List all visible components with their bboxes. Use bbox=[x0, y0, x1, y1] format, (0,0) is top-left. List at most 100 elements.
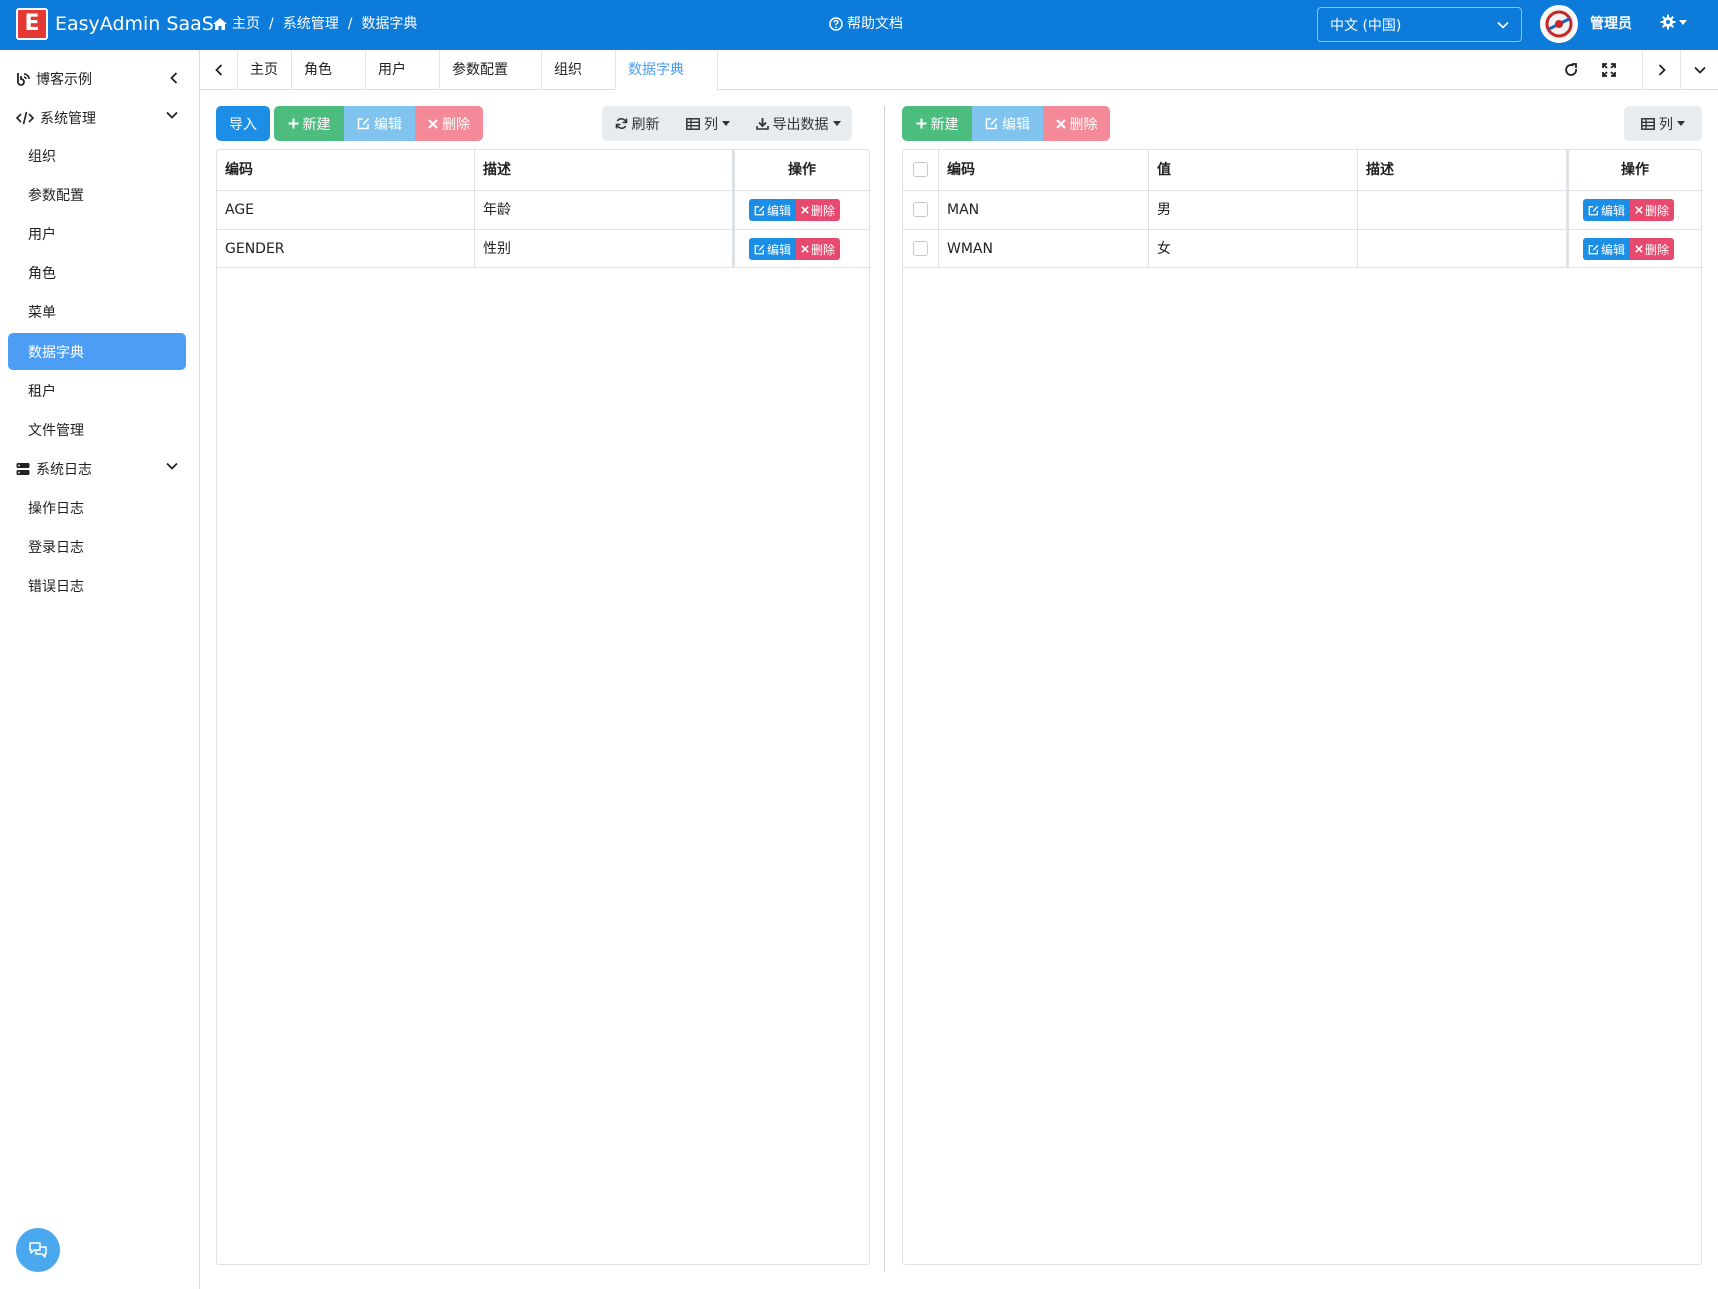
tab-settings[interactable]: 参数配置 bbox=[440, 50, 542, 90]
sidebar-item-settings[interactable]: 参数配置 bbox=[8, 176, 186, 213]
row-delete-label: 删除 bbox=[1645, 203, 1670, 218]
sidebar-item-users[interactable]: 用户 bbox=[8, 215, 186, 252]
sidebar-item-org[interactable]: 组织 bbox=[8, 137, 186, 174]
tabs-scroll-left-button[interactable] bbox=[200, 50, 238, 90]
breadcrumb-system[interactable]: 系统管理 bbox=[283, 15, 339, 33]
row-delete-button[interactable]: 删除 bbox=[796, 199, 841, 221]
edit-button[interactable]: 编辑 bbox=[344, 106, 415, 141]
tabs-scroll-right-button[interactable] bbox=[1642, 50, 1680, 90]
row-delete-button[interactable]: 删除 bbox=[796, 238, 841, 260]
breadcrumb: 主页 / 系统管理 / 数据字典 bbox=[212, 15, 417, 33]
column-header-desc[interactable]: 描述 bbox=[475, 150, 735, 190]
table-row[interactable]: GENDER 性别 编辑 删除 bbox=[217, 229, 869, 268]
sidebar-item-label: 文件管理 bbox=[28, 422, 84, 439]
row-edit-button[interactable]: 编辑 bbox=[1583, 199, 1631, 221]
sidebar-item-error-log[interactable]: 错误日志 bbox=[8, 567, 186, 604]
settings-dropdown[interactable] bbox=[1660, 14, 1687, 30]
new-button[interactable]: 新建 bbox=[274, 106, 344, 141]
row-edit-label: 编辑 bbox=[1601, 242, 1626, 257]
delete-item-button[interactable]: 删除 bbox=[1043, 106, 1110, 141]
cell-select bbox=[903, 191, 939, 229]
row-edit-button[interactable]: 编辑 bbox=[1583, 238, 1631, 260]
column-header-value[interactable]: 值 bbox=[1149, 150, 1358, 190]
sidebar-group-system[interactable]: 系统管理 bbox=[8, 99, 186, 136]
cell-value: 男 bbox=[1149, 191, 1358, 229]
sidebar-item-menu[interactable]: 菜单 bbox=[8, 293, 186, 330]
tabs-menu-button[interactable] bbox=[1680, 50, 1718, 90]
delete-label: 删除 bbox=[1069, 116, 1098, 133]
cell-select bbox=[903, 230, 939, 268]
cell-desc bbox=[1358, 191, 1569, 229]
tab-dictionary[interactable]: 数据字典 bbox=[616, 50, 718, 91]
sidebar-item-roles[interactable]: 角色 bbox=[8, 254, 186, 291]
avatar[interactable] bbox=[1540, 5, 1578, 43]
cell-desc bbox=[1358, 230, 1569, 268]
edit-item-button[interactable]: 编辑 bbox=[972, 106, 1043, 141]
edit-icon bbox=[754, 205, 765, 216]
app-logo[interactable]: E bbox=[16, 8, 48, 40]
row-edit-label: 编辑 bbox=[1601, 203, 1626, 218]
row-delete-label: 删除 bbox=[811, 242, 836, 257]
tab-users[interactable]: 用户 bbox=[366, 50, 440, 90]
row-checkbox[interactable] bbox=[913, 202, 928, 217]
sidebar-item-tenant[interactable]: 租户 bbox=[8, 372, 186, 409]
column-header-code[interactable]: 编码 bbox=[217, 150, 475, 190]
chat-button[interactable] bbox=[16, 1228, 60, 1272]
refresh-icon bbox=[1564, 63, 1578, 77]
header-label: 描述 bbox=[1366, 162, 1394, 178]
import-button-group: 导入 bbox=[216, 106, 270, 141]
sidebar-item-files[interactable]: 文件管理 bbox=[8, 411, 186, 448]
delete-label: 删除 bbox=[442, 116, 470, 133]
chevron-down-icon bbox=[166, 111, 178, 119]
header-label: 操作 bbox=[1621, 162, 1649, 178]
sidebar-item-operation-log[interactable]: 操作日志 bbox=[8, 489, 186, 526]
table-icon bbox=[686, 117, 700, 130]
column-header-desc[interactable]: 描述 bbox=[1358, 150, 1569, 190]
sidebar-group-blog[interactable]: 博客示例 bbox=[8, 60, 186, 97]
row-checkbox[interactable] bbox=[913, 241, 928, 256]
fullscreen-button[interactable] bbox=[1590, 50, 1628, 90]
table-row[interactable]: WMAN 女 编辑 删除 bbox=[903, 229, 1701, 268]
select-all-checkbox[interactable] bbox=[913, 162, 928, 177]
tab-label: 用户 bbox=[378, 62, 406, 78]
home-icon bbox=[212, 17, 228, 31]
user-name[interactable]: 管理员 bbox=[1590, 15, 1632, 33]
expand-icon bbox=[1602, 63, 1616, 77]
breadcrumb-home[interactable]: 主页 bbox=[232, 15, 260, 33]
row-edit-button[interactable]: 编辑 bbox=[749, 238, 797, 260]
split-divider[interactable] bbox=[884, 106, 885, 1272]
import-button[interactable]: 导入 bbox=[216, 106, 270, 141]
row-edit-button[interactable]: 编辑 bbox=[749, 199, 797, 221]
sidebar-item-dictionary[interactable]: 数据字典 bbox=[8, 333, 186, 370]
refresh-button[interactable]: 刷新 bbox=[602, 106, 672, 141]
language-select[interactable]: 中文 (中国) bbox=[1317, 7, 1522, 42]
row-delete-button[interactable]: 删除 bbox=[1630, 238, 1675, 260]
columns-dropdown[interactable]: 列 bbox=[1624, 106, 1702, 141]
sidebar-item-label: 租户 bbox=[28, 383, 56, 400]
table-row[interactable]: MAN 男 编辑 删除 bbox=[903, 190, 1701, 229]
close-icon bbox=[801, 206, 809, 214]
tab-home[interactable]: 主页 bbox=[238, 50, 292, 90]
row-actions: 编辑 删除 bbox=[1583, 238, 1675, 260]
row-delete-label: 删除 bbox=[1645, 242, 1670, 257]
delete-button[interactable]: 删除 bbox=[415, 106, 483, 141]
columns-dropdown[interactable]: 列 bbox=[672, 106, 744, 141]
app-title[interactable]: EasyAdmin SaaS bbox=[55, 12, 214, 36]
help-docs-link[interactable]: 帮助文档 bbox=[829, 15, 903, 33]
export-dropdown[interactable]: 导出数据 bbox=[744, 106, 852, 141]
new-item-button[interactable]: 新建 bbox=[902, 106, 972, 141]
row-actions: 编辑 删除 bbox=[749, 199, 841, 221]
tab-org[interactable]: 组织 bbox=[542, 50, 616, 90]
sidebar-item-login-log[interactable]: 登录日志 bbox=[8, 528, 186, 565]
tab-label: 角色 bbox=[304, 62, 332, 78]
refresh-tab-button[interactable] bbox=[1552, 50, 1590, 90]
row-delete-button[interactable]: 删除 bbox=[1630, 199, 1675, 221]
column-header-actions: 操作 bbox=[735, 150, 869, 190]
download-icon bbox=[755, 117, 769, 130]
sidebar-group-logs[interactable]: 系统日志 bbox=[8, 450, 186, 487]
column-header-code[interactable]: 编码 bbox=[939, 150, 1149, 190]
caret-down-icon bbox=[1677, 121, 1685, 126]
help-docs-label: 帮助文档 bbox=[847, 16, 903, 32]
table-row[interactable]: AGE 年龄 编辑 删除 bbox=[217, 190, 869, 229]
tab-roles[interactable]: 角色 bbox=[292, 50, 366, 90]
